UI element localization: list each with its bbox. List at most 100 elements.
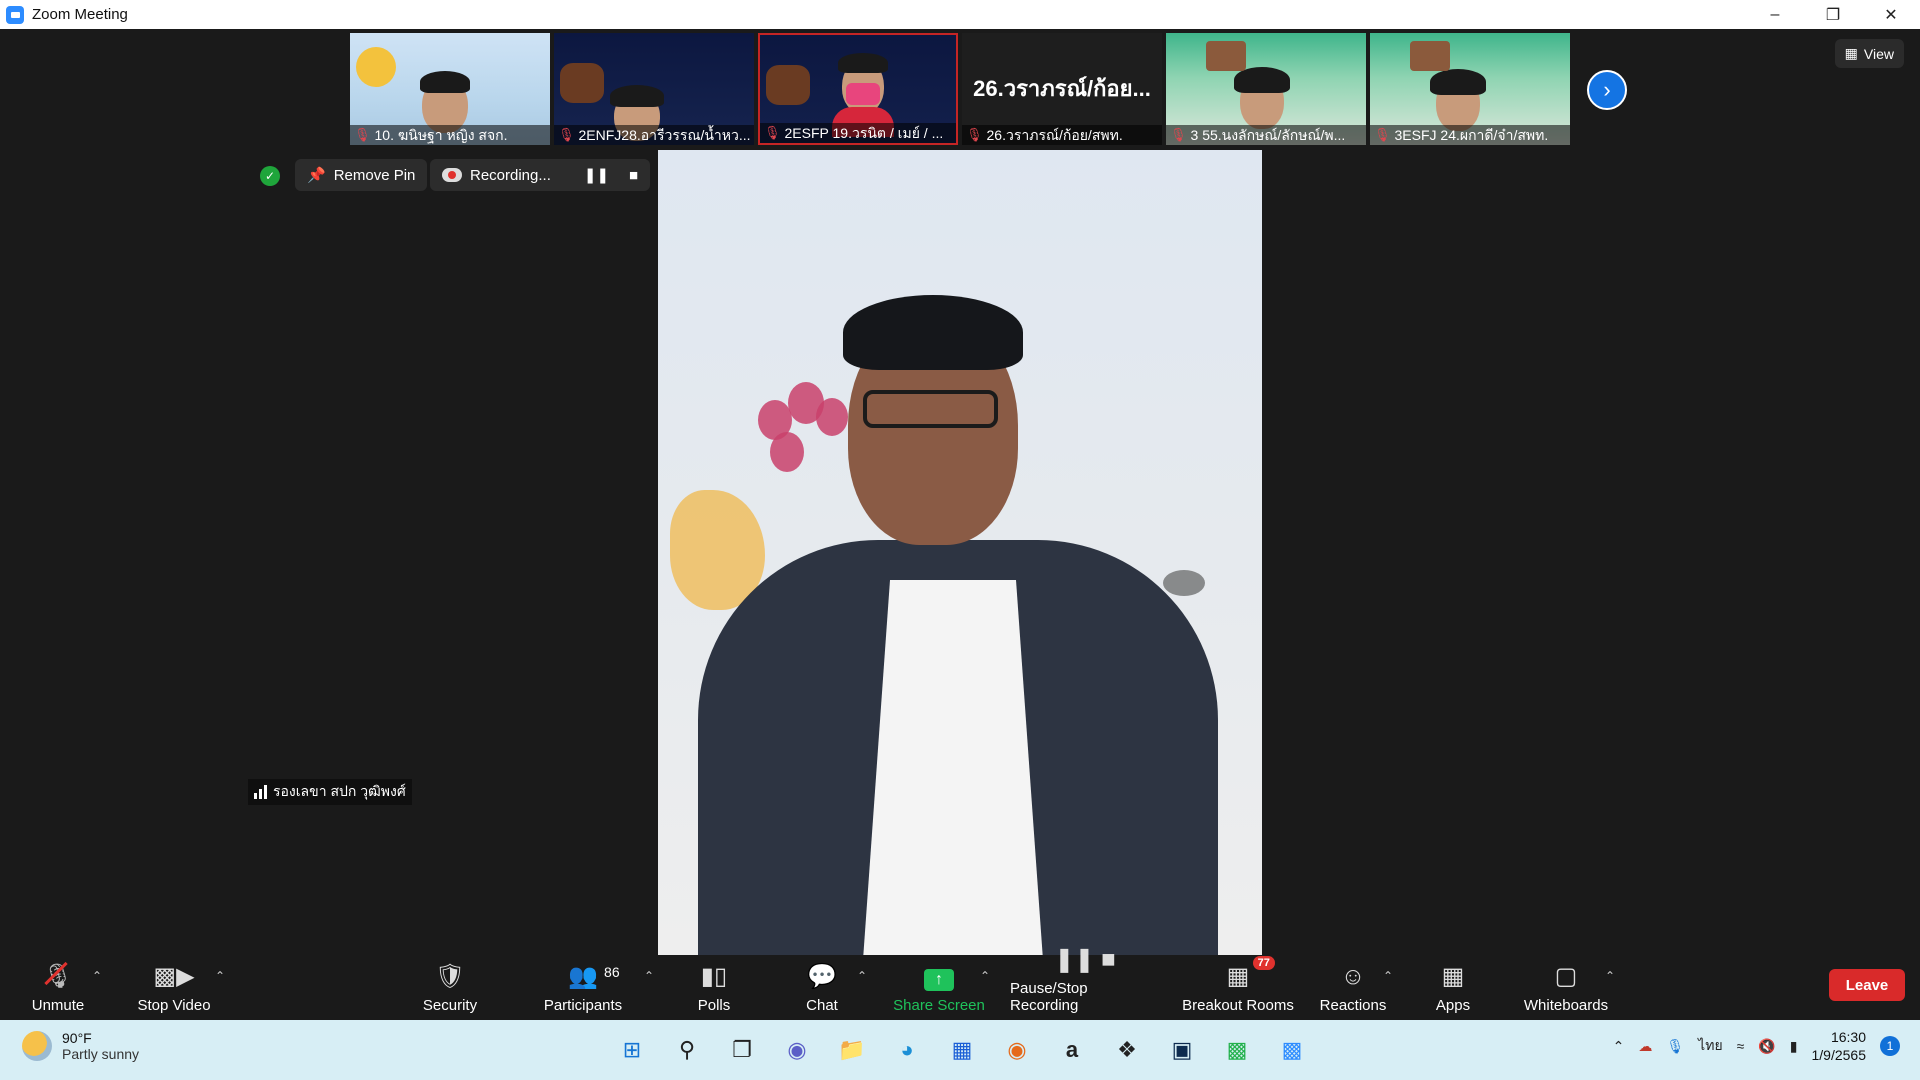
polls-label: Polls <box>697 997 731 1014</box>
language-indicator[interactable]: ไทย <box>1698 1035 1722 1057</box>
recording-indicator: Recording... ❚❚ ■ <box>430 159 650 191</box>
weather-widget[interactable]: 90°F Partly sunny <box>22 1030 139 1062</box>
mic-muted-icon: 🎙 <box>42 961 74 990</box>
participant-name: 3 55.นงลักษณ์/ลักษณ์/พ... <box>1190 127 1346 143</box>
amazon-icon[interactable]: a <box>1052 1030 1092 1070</box>
chat-bubble-icon: 💬 <box>807 963 837 990</box>
participant-thumbnail[interactable]: 26.วราภรณ์/ก้อย... 🎙 26.วราภรณ์/ก้อย/สพท. <box>962 33 1162 145</box>
pause-stop-recording-button[interactable]: ❚❚ ■ Pause/Stop Recording <box>1010 946 1160 1020</box>
horse-graphic <box>766 65 810 105</box>
system-tray: ⌃ ☁ 🎙 ไทย ≈ 🔇 ▮ 16:30 1/9/2565 1 <box>1613 1028 1900 1064</box>
reactions-label: Reactions <box>1319 997 1387 1014</box>
participant-thumbnail[interactable]: 🎙 3 55.นงลักษณ์/ลักษณ์/พ... <box>1166 33 1366 145</box>
zoom-app-icon <box>6 5 24 24</box>
mic-muted-icon: 🎙 <box>1374 127 1391 142</box>
pause-recording-icon[interactable]: ❚❚ <box>584 166 609 184</box>
clock[interactable]: 16:30 1/9/2565 <box>1812 1028 1867 1064</box>
participant-hair <box>420 71 470 93</box>
video-options-caret[interactable]: ⌃ <box>215 969 225 983</box>
participant-name: 2ESFP 19.วรนิต / เมย์ / ... <box>784 125 944 141</box>
wifi-icon[interactable]: ≈ <box>1737 1038 1745 1054</box>
stop-video-button[interactable]: ▩▶ Stop Video <box>134 955 214 1020</box>
mic-muted-icon: 🎙 <box>764 125 781 140</box>
search-icon[interactable]: ⚲ <box>667 1030 707 1070</box>
windows-start-icon[interactable]: ⊞ <box>612 1030 652 1070</box>
whiteboard-icon: ▢ <box>1554 963 1578 990</box>
breakout-rooms-button[interactable]: ▦ 77 Breakout Rooms <box>1180 955 1296 1020</box>
notification-badge[interactable]: 1 <box>1880 1036 1900 1056</box>
edge-browser-icon[interactable]: ◕ <box>887 1030 927 1070</box>
teams-chat-icon[interactable]: ◉ <box>777 1030 817 1070</box>
chat-label: Chat <box>806 997 838 1014</box>
breakout-badge: 77 <box>1252 956 1275 970</box>
meeting-toolbar: 🎙 Unmute ⌃ ▩▶ Stop Video ⌃ 🛡 Security 👥 8… <box>0 946 1920 1020</box>
zoom-taskbar-icon[interactable]: ▩ <box>1272 1030 1312 1070</box>
share-screen-icon: ↑ <box>924 963 954 991</box>
video-camera-icon: ▩▶ <box>153 963 195 990</box>
participants-button[interactable]: 👥 86 Participants <box>540 955 626 1020</box>
minimize-button[interactable]: – <box>1746 0 1804 29</box>
participant-thumbnail[interactable]: 🎙 2ENFJ28.อารีวรรณ/น้ำหว... <box>554 33 754 145</box>
participant-thumbnail[interactable]: 🎙 3ESFJ 24.ผกาดี/จ๋า/สพท. <box>1370 33 1570 145</box>
onedrive-error-icon[interactable]: ☁ <box>1638 1038 1652 1055</box>
pause-stop-icon: ❚❚ ■ <box>1054 946 1116 973</box>
balloon <box>770 432 804 472</box>
weather-desc: Partly sunny <box>62 1046 140 1062</box>
chat-button[interactable]: 💬 Chat <box>800 955 844 1020</box>
speaker-muted-icon[interactable]: 🔇 <box>1758 1038 1775 1055</box>
unmute-button[interactable]: 🎙 Unmute <box>28 955 88 1020</box>
show-hidden-icons-caret[interactable]: ⌃ <box>1613 1038 1625 1055</box>
thumbnail-strip: 🎙 10. ฆนิษฐา หญิง สจก. 🎙 2ENFJ28.อารีวรรณ/… <box>350 33 1570 145</box>
mic-muted-icon: 🎙 <box>966 127 983 142</box>
participant-thumbnail[interactable]: 🎙 2ESFP 19.วรนิต / เมย์ / ... <box>758 33 958 145</box>
security-button[interactable]: 🛡 Security <box>420 955 480 1020</box>
clock-time: 16:30 <box>1830 1029 1866 1045</box>
restore-button[interactable]: ❐ <box>1804 0 1862 29</box>
whiteboards-button[interactable]: ▢ Whiteboards <box>1520 955 1612 1020</box>
grid-icon: ▦ <box>1844 45 1858 61</box>
share-screen-button[interactable]: ↑ Share Screen <box>892 955 986 1020</box>
reactions-options-caret[interactable]: ⌃ <box>1383 969 1393 983</box>
pin-icon: 📌 <box>307 167 326 184</box>
view-label: View <box>1863 45 1894 62</box>
firefox-icon[interactable]: ◉ <box>997 1030 1037 1070</box>
leave-button[interactable]: Leave <box>1829 969 1905 1001</box>
share-options-caret[interactable]: ⌃ <box>980 969 990 983</box>
whiteboard-options-caret[interactable]: ⌃ <box>1605 969 1615 983</box>
participants-label: Participants <box>543 997 623 1014</box>
recording-label: Recording... <box>470 166 551 184</box>
mic-muted-icon: 🎙 <box>354 127 371 142</box>
breakout-rooms-label: Breakout Rooms <box>1182 997 1294 1014</box>
participants-options-caret[interactable]: ⌃ <box>644 969 654 983</box>
encryption-shield-icon[interactable]: ✓ <box>260 166 280 186</box>
close-button[interactable]: ✕ <box>1862 0 1920 29</box>
remove-pin-label: Remove Pin <box>333 166 416 184</box>
reactions-button[interactable]: ☺ Reactions <box>1318 955 1388 1020</box>
polls-button[interactable]: ▮▯ Polls <box>694 955 734 1020</box>
microphone-icon[interactable]: 🎙 <box>1666 1038 1684 1055</box>
audio-options-caret[interactable]: ⌃ <box>92 969 102 983</box>
speaker-name: รองเลขา สปก วุฒิพงศ์ <box>273 783 406 799</box>
chat-options-caret[interactable]: ⌃ <box>857 969 867 983</box>
partly-sunny-icon <box>22 1031 52 1061</box>
apps-button[interactable]: ▦ Apps <box>1432 955 1474 1020</box>
next-page-button[interactable]: › <box>1587 70 1627 110</box>
view-button[interactable]: ▦ View <box>1834 39 1904 68</box>
file-explorer-icon[interactable]: 📁 <box>832 1030 872 1070</box>
microsoft-store-icon[interactable]: ▦ <box>942 1030 982 1070</box>
speaker-name-tag: รองเลขา สปก วุฒิพงศ์ <box>248 779 412 805</box>
participant-display-name: 26.วราภรณ์/ก้อย... <box>973 76 1151 101</box>
line-app-icon[interactable]: ▩ <box>1217 1030 1257 1070</box>
stop-video-label: Stop Video <box>137 997 211 1014</box>
participant-thumbnail[interactable]: 🎙 10. ฆนิษฐา หญิง สจก. <box>350 33 550 145</box>
stop-recording-icon[interactable]: ■ <box>629 167 638 184</box>
battery-icon[interactable]: ▮ <box>1790 1038 1798 1055</box>
dropbox-icon[interactable]: ❖ <box>1107 1030 1147 1070</box>
remove-pin-button[interactable]: 📌 Remove Pin <box>295 159 428 191</box>
webex-icon[interactable]: ▣ <box>1162 1030 1202 1070</box>
whiteboards-label: Whiteboards <box>1523 997 1609 1014</box>
participant-name: 3ESFJ 24.ผกาดี/จ๋า/สพท. <box>1394 127 1549 143</box>
share-screen-label: Share Screen <box>893 997 985 1014</box>
task-view-icon[interactable]: ❐ <box>722 1030 762 1070</box>
bar-chart-icon: ▮▯ <box>700 963 728 990</box>
